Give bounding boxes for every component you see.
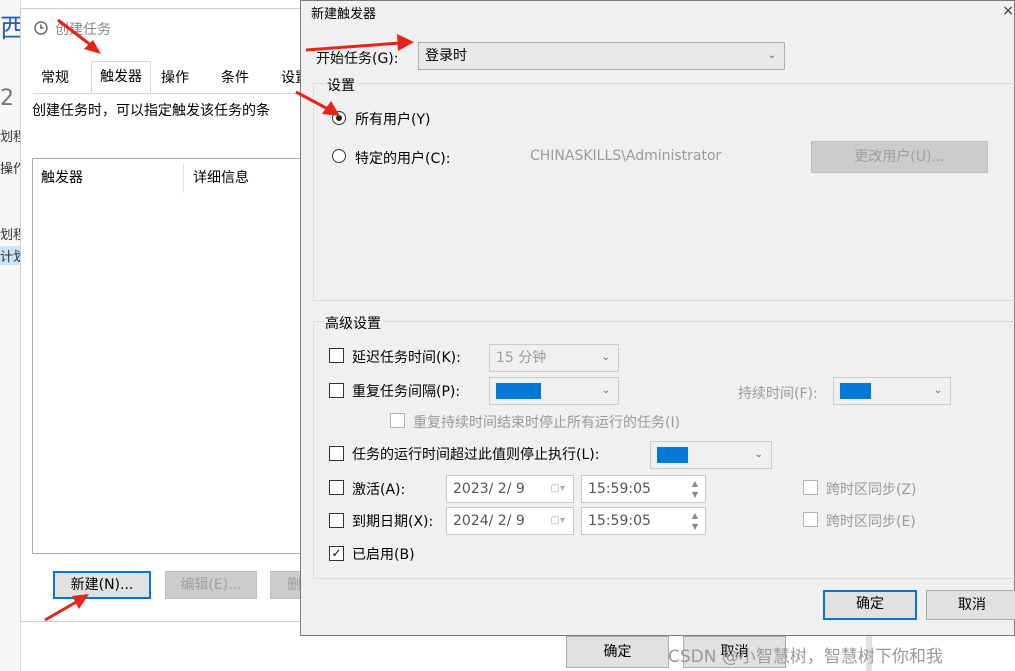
arrow-annotation-new-button <box>44 594 89 622</box>
arrow-annotation-all-users <box>295 90 340 116</box>
arrow-annotation-tab <box>57 18 101 54</box>
annotation-arrows <box>44 18 414 622</box>
arrow-annotation-begin-task <box>305 34 414 52</box>
